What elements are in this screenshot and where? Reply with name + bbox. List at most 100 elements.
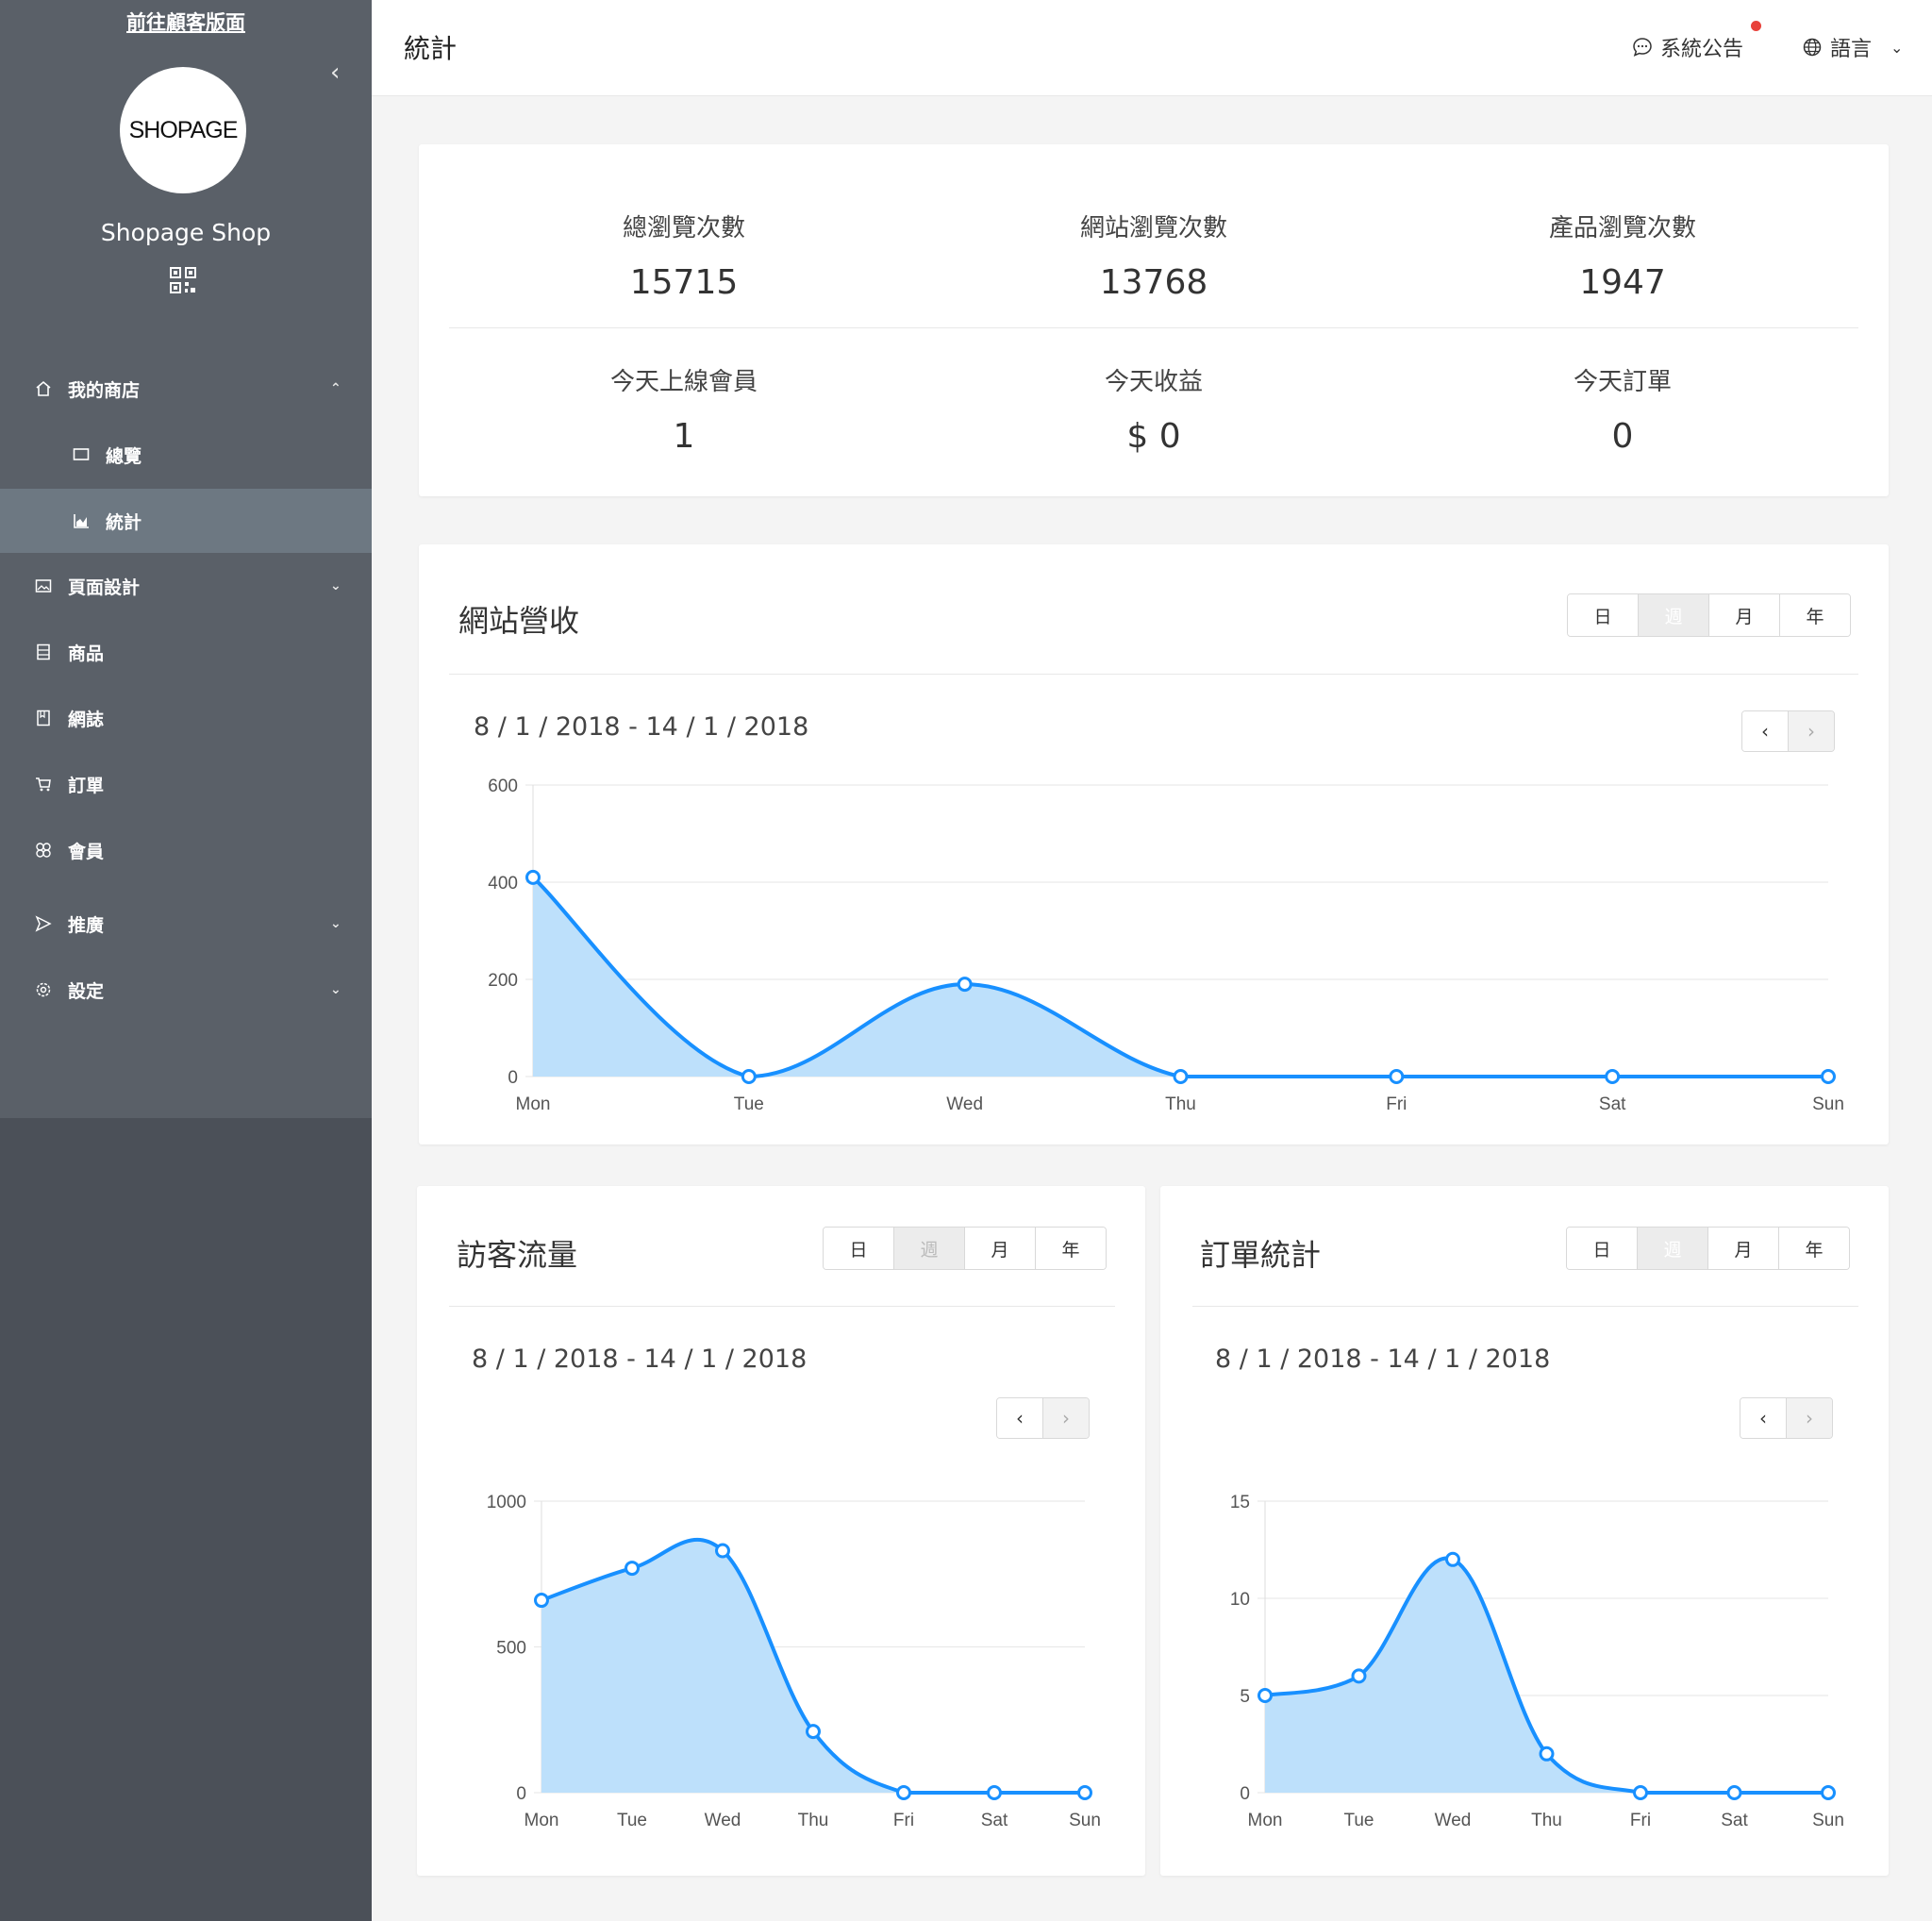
sidebar-item-blog[interactable]: 網誌 bbox=[0, 686, 372, 750]
period-year-button[interactable]: 年 bbox=[1036, 1228, 1106, 1269]
period-month-button[interactable]: 月 bbox=[1708, 1228, 1779, 1269]
shop-logo: SHOPAGE bbox=[120, 67, 246, 193]
next-week-button[interactable]: › bbox=[1042, 1398, 1089, 1438]
sidebar-item-label: 我的商店 bbox=[68, 379, 141, 401]
chevron-down-icon: ⌄ bbox=[330, 916, 341, 931]
chevron-down-icon: ⌄ bbox=[330, 578, 341, 593]
previous-week-button[interactable]: ‹ bbox=[997, 1398, 1042, 1438]
period-year-button[interactable]: 年 bbox=[1779, 1228, 1849, 1269]
sidebar-item-products[interactable]: 商品 bbox=[0, 620, 372, 684]
stat-value: 13768 bbox=[1099, 263, 1208, 302]
next-week-button[interactable]: › bbox=[1786, 1398, 1832, 1438]
revenue-card: 網站營收 日 週 月 年 8 / 1 / 2018 - 14 / 1 / 201… bbox=[419, 544, 1889, 1144]
period-day-button[interactable]: 日 bbox=[824, 1228, 894, 1269]
visit-storefront-link[interactable]: 前往顧客版面 bbox=[0, 8, 372, 36]
stat-value: 1947 bbox=[1579, 263, 1666, 302]
order-card: 訂單統計 日 週 月 年 8 / 1 / 2018 - 14 / 1 / 201… bbox=[1160, 1186, 1889, 1876]
stat-label: 總瀏覽次數 bbox=[622, 214, 745, 242]
chevron-up-icon: ⌃ bbox=[330, 381, 341, 396]
book-icon bbox=[34, 709, 53, 727]
shop-name: Shopage Shop bbox=[100, 219, 272, 246]
period-month-button[interactable]: 月 bbox=[965, 1228, 1036, 1269]
sidebar-item-statistics[interactable]: 統計 bbox=[0, 489, 372, 553]
notification-dot bbox=[1751, 21, 1761, 31]
sidebar-item-label: 統計 bbox=[106, 511, 142, 533]
gear-icon bbox=[34, 980, 53, 999]
sidebar-item-label: 推廣 bbox=[68, 914, 105, 936]
chevron-down-icon: ⌄ bbox=[330, 982, 341, 997]
period-week-button[interactable]: 週 bbox=[894, 1228, 965, 1269]
stat-value: 15715 bbox=[629, 263, 739, 302]
globe-icon bbox=[1803, 38, 1822, 57]
period-selector: 日 週 月 年 bbox=[1566, 1227, 1850, 1270]
sidebar-item-label: 網誌 bbox=[68, 709, 105, 730]
previous-week-button[interactable]: ‹ bbox=[1740, 1398, 1786, 1438]
collapse-sidebar-icon[interactable]: ‹ bbox=[330, 58, 340, 87]
divider bbox=[449, 1306, 1115, 1307]
stat-label: 網站瀏覽次數 bbox=[1079, 214, 1227, 242]
stat-label: 今天收益 bbox=[1104, 368, 1203, 396]
home-icon bbox=[34, 379, 53, 398]
date-pager: ‹ › bbox=[1740, 1397, 1833, 1439]
stat-value: $ 0 bbox=[1126, 417, 1181, 456]
page-title: 統計 bbox=[404, 33, 458, 64]
sidebar: 前往顧客版面 ‹ SHOPAGE Shopage Shop 我的商店 ⌃ 總覽 … bbox=[0, 0, 372, 1921]
period-selector: 日 週 月 年 bbox=[823, 1227, 1107, 1270]
system-notice-label: 系統公告 bbox=[1660, 38, 1744, 61]
sidebar-item-label: 訂單 bbox=[68, 775, 105, 796]
qr-code-icon[interactable] bbox=[170, 267, 196, 293]
visitor-card: 訪客流量 日 週 月 年 8 / 1 / 2018 - 14 / 1 / 201… bbox=[417, 1186, 1145, 1876]
period-week-button[interactable]: 週 bbox=[1638, 1228, 1708, 1269]
stat-label: 今天訂單 bbox=[1573, 368, 1672, 396]
stat-value: 0 bbox=[1611, 417, 1634, 456]
period-selector: 日 週 月 年 bbox=[1567, 593, 1851, 637]
divider bbox=[1192, 1306, 1858, 1307]
card-title: 訂單統計 bbox=[1200, 1237, 1322, 1273]
sidebar-item-page-design[interactable]: 頁面設計 ⌄ bbox=[0, 554, 372, 618]
stat-label: 今天上線會員 bbox=[609, 368, 758, 396]
date-pager: ‹ › bbox=[1741, 710, 1835, 752]
members-icon bbox=[34, 841, 53, 860]
sidebar-item-settings[interactable]: 設定 ⌄ bbox=[0, 958, 372, 1022]
card-title: 網站營收 bbox=[458, 603, 580, 639]
monitor-icon bbox=[72, 445, 91, 464]
divider bbox=[449, 327, 1858, 328]
period-day-button[interactable]: 日 bbox=[1567, 1228, 1638, 1269]
top-header: 統計 系統公告 語言 ⌄ bbox=[372, 0, 1932, 96]
chevron-down-icon: ⌄ bbox=[1890, 38, 1904, 57]
period-day-button[interactable]: 日 bbox=[1568, 594, 1639, 636]
language-label: 語言 bbox=[1830, 38, 1873, 61]
sidebar-item-label: 頁面設計 bbox=[68, 576, 141, 598]
message-icon bbox=[1633, 38, 1652, 57]
system-notice-button[interactable]: 系統公告 bbox=[1632, 32, 1743, 62]
stats-card: 總瀏覽次數 15715 網站瀏覽次數 13768 產品瀏覽次數 1947 今天上… bbox=[419, 144, 1889, 496]
period-month-button[interactable]: 月 bbox=[1709, 594, 1780, 636]
stat-label: 產品瀏覽次數 bbox=[1548, 214, 1696, 242]
date-pager: ‹ › bbox=[996, 1397, 1090, 1439]
card-title: 訪客流量 bbox=[457, 1237, 578, 1273]
next-week-button[interactable]: › bbox=[1788, 711, 1834, 751]
sidebar-item-members[interactable]: 會員 bbox=[0, 818, 372, 882]
sidebar-item-my-shop[interactable]: 我的商店 ⌃ bbox=[0, 357, 372, 421]
period-week-button[interactable]: 週 bbox=[1639, 594, 1709, 636]
sidebar-item-label: 設定 bbox=[68, 980, 105, 1002]
cart-icon bbox=[34, 775, 53, 793]
date-range: 8 / 1 / 2018 - 14 / 1 / 2018 bbox=[474, 712, 809, 742]
period-year-button[interactable]: 年 bbox=[1780, 594, 1850, 636]
language-selector[interactable]: 語言 ⌄ bbox=[1802, 32, 1903, 62]
sidebar-item-label: 總覽 bbox=[106, 445, 142, 467]
sidebar-item-overview[interactable]: 總覽 bbox=[0, 423, 372, 487]
send-icon bbox=[34, 914, 53, 933]
sidebar-item-promotion[interactable]: 推廣 ⌄ bbox=[0, 892, 372, 956]
date-range: 8 / 1 / 2018 - 14 / 1 / 2018 bbox=[472, 1345, 808, 1374]
area-chart-icon bbox=[72, 511, 91, 530]
picture-icon bbox=[34, 576, 53, 595]
sidebar-item-label: 會員 bbox=[68, 841, 105, 862]
date-range: 8 / 1 / 2018 - 14 / 1 / 2018 bbox=[1215, 1345, 1551, 1374]
products-icon bbox=[34, 643, 53, 661]
stat-value: 1 bbox=[673, 417, 695, 456]
sidebar-item-label: 商品 bbox=[68, 643, 105, 664]
divider bbox=[449, 674, 1858, 675]
previous-week-button[interactable]: ‹ bbox=[1742, 711, 1788, 751]
sidebar-item-orders[interactable]: 訂單 bbox=[0, 752, 372, 816]
